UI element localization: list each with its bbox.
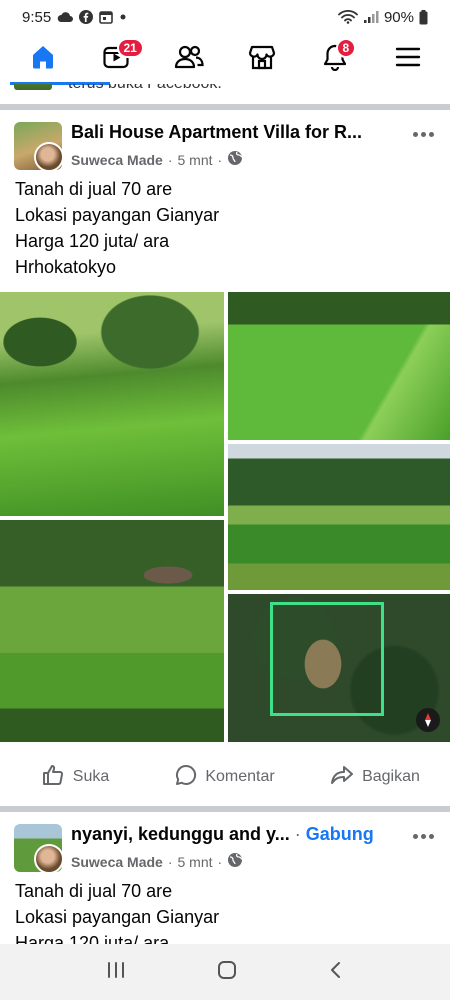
- like-label: Suka: [72, 768, 110, 785]
- notifications-badge: 8: [335, 38, 357, 58]
- globe-icon: [227, 150, 243, 169]
- thumbs-up-icon: [41, 764, 65, 791]
- marketplace-icon: [248, 43, 276, 76]
- meta-separator: ·: [167, 151, 173, 168]
- rice-field-photo-3[interactable]: [228, 444, 450, 590]
- rice-field-photo-2[interactable]: [228, 292, 450, 440]
- feed-separator: [0, 806, 450, 812]
- post-time[interactable]: 5 mnt: [178, 854, 213, 870]
- feed-post: nyanyi, kedunggu and y... · Gabung Suwec…: [0, 816, 450, 956]
- photo-grid: [0, 292, 450, 742]
- post-line: Tanah di jual 70 are: [15, 881, 173, 901]
- status-bar: 9:55 90%: [0, 0, 450, 34]
- post-meta: Suweca Made · 5 mnt ·: [71, 852, 243, 871]
- author-avatar: [34, 142, 62, 170]
- home-button-icon[interactable]: [216, 959, 238, 986]
- like-button[interactable]: Suka: [0, 764, 150, 791]
- recent-apps-icon[interactable]: [105, 960, 127, 985]
- group-name[interactable]: nyanyi, kedunggu and y...: [71, 824, 290, 844]
- satellite-map-photo[interactable]: [228, 594, 450, 742]
- post-actions: Suka Komentar Bagikan: [0, 749, 450, 805]
- nav-video[interactable]: 21: [91, 34, 144, 84]
- signal-icon: [363, 10, 379, 24]
- wifi-icon: [338, 10, 358, 24]
- nav-notifications[interactable]: 8: [310, 34, 360, 84]
- calendar-icon: [99, 10, 114, 24]
- plot-outline: [270, 602, 384, 716]
- nav-friends[interactable]: [164, 34, 214, 84]
- post-line: Hrhokatokyo: [15, 257, 117, 277]
- previous-post-text: terus buka Facebook.: [68, 84, 222, 93]
- comment-icon: [175, 764, 197, 791]
- post-line: Lokasi payangan Gianyar: [15, 907, 220, 927]
- meta-separator: ·: [294, 824, 306, 844]
- previous-post: terus buka Facebook.: [0, 84, 450, 104]
- comment-label: Komentar: [205, 768, 275, 785]
- compass-icon: [416, 708, 440, 732]
- nav-menu[interactable]: [383, 34, 433, 84]
- comment-button[interactable]: Komentar: [150, 764, 300, 791]
- post-body: Tanah di jual 70 are Lokasi payangan Gia…: [0, 176, 450, 280]
- post-options-button[interactable]: [408, 124, 438, 144]
- home-icon: [29, 43, 57, 76]
- nav-marketplace[interactable]: [237, 34, 287, 84]
- dot-icon: [119, 13, 127, 21]
- nav-home[interactable]: [18, 34, 68, 84]
- top-nav-bar: 21 8: [0, 34, 450, 84]
- menu-icon: [395, 45, 421, 74]
- friends-icon: [174, 43, 204, 76]
- group-name[interactable]: Bali House Apartment Villa for R...: [71, 122, 391, 143]
- feed-separator: [0, 104, 450, 110]
- video-badge: 21: [116, 38, 144, 58]
- meta-separator: ·: [167, 853, 173, 870]
- back-icon[interactable]: [327, 960, 345, 985]
- post-line: Lokasi payangan Gianyar: [15, 205, 220, 225]
- join-group-link[interactable]: Gabung: [306, 824, 374, 844]
- feed-post: Bali House Apartment Villa for R... Suwe…: [0, 114, 450, 280]
- battery-icon: [419, 9, 428, 25]
- cloud-icon: [57, 11, 74, 23]
- post-header: nyanyi, kedunggu and y... · Gabung Suwec…: [0, 816, 450, 878]
- group-title-row: nyanyi, kedunggu and y... · Gabung: [71, 824, 411, 845]
- group-avatar[interactable]: [14, 824, 62, 872]
- share-icon: [330, 764, 354, 791]
- share-label: Bagikan: [362, 768, 420, 785]
- clock: 9:55: [22, 8, 52, 26]
- facebook-icon: [79, 10, 94, 24]
- post-line: Harga 120 juta/ ara: [15, 231, 170, 251]
- post-time[interactable]: 5 mnt: [178, 152, 213, 168]
- post-header: Bali House Apartment Villa for R... Suwe…: [0, 114, 450, 176]
- system-nav-bar: [0, 944, 450, 1000]
- meta-separator: ·: [217, 853, 223, 870]
- meta-separator: ·: [217, 151, 223, 168]
- post-meta: Suweca Made · 5 mnt ·: [71, 150, 243, 169]
- group-avatar[interactable]: [14, 122, 62, 170]
- post-line: Tanah di jual 70 are: [15, 179, 173, 199]
- battery-percent: 90%: [383, 8, 414, 26]
- rice-field-photo-4[interactable]: [0, 520, 224, 742]
- post-options-button[interactable]: [408, 826, 438, 846]
- share-button[interactable]: Bagikan: [300, 764, 450, 791]
- author-name[interactable]: Suweca Made: [71, 152, 163, 168]
- previous-post-thumbnail: [14, 84, 52, 90]
- author-avatar: [34, 844, 62, 872]
- rice-field-photo-1[interactable]: [0, 292, 224, 516]
- author-name[interactable]: Suweca Made: [71, 854, 163, 870]
- globe-icon: [227, 852, 243, 871]
